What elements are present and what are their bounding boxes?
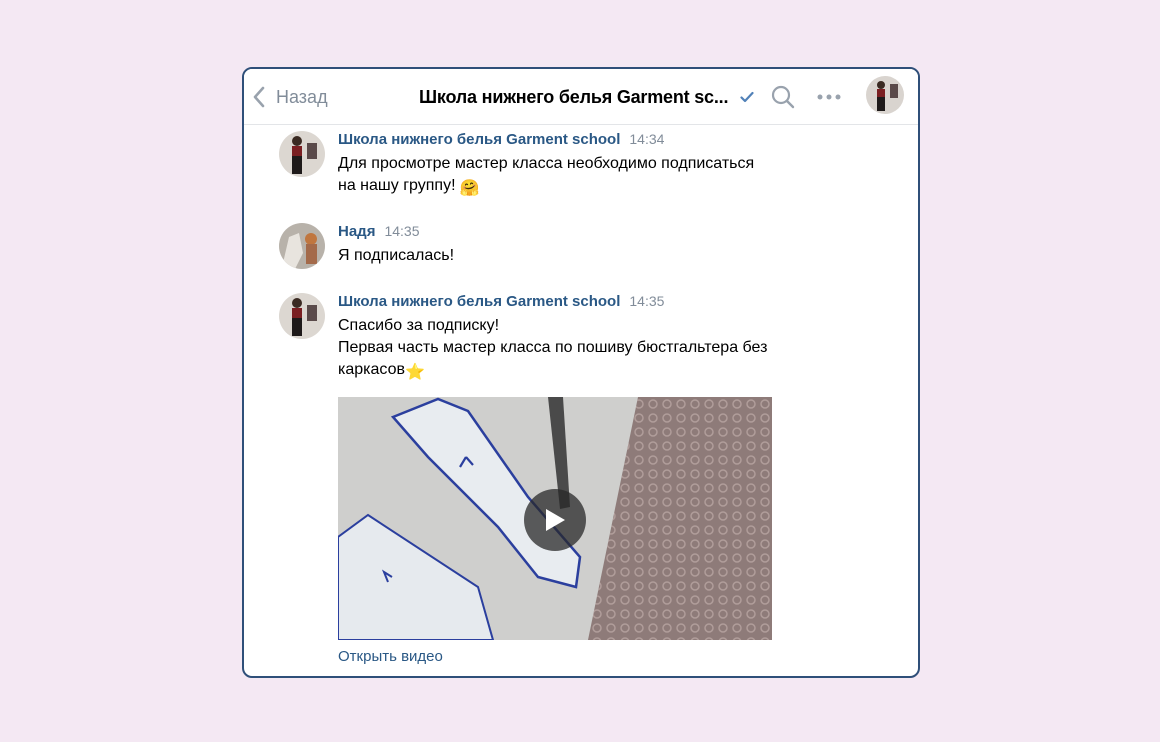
avatar[interactable]	[279, 131, 325, 177]
message-time: 14:35	[384, 223, 420, 239]
chat-header: Назад Школа нижнего белья Garment sc...	[244, 69, 918, 125]
back-button[interactable]: Назад	[252, 83, 328, 111]
search-button[interactable]	[770, 84, 796, 110]
message-text-line: Для просмотре мастер класса необходимо п…	[338, 155, 755, 172]
message-time: 14:35	[629, 293, 665, 309]
message-author[interactable]: Надя	[338, 223, 375, 240]
play-button[interactable]	[524, 489, 586, 551]
more-button[interactable]	[814, 84, 844, 110]
chat-title-area[interactable]: Школа нижнего белья Garment sc...	[419, 83, 754, 111]
message-author[interactable]: Школа нижнего белья Garment school	[338, 131, 620, 148]
chat-window: Назад Школа нижнего белья Garment sc...	[242, 67, 920, 678]
play-icon	[546, 509, 565, 531]
search-icon	[771, 85, 795, 109]
message-author[interactable]: Школа нижнего белья Garment school	[338, 293, 620, 310]
star-emoji: ⭐	[404, 364, 425, 381]
avatar[interactable]	[279, 293, 325, 339]
verified-check-icon	[740, 91, 754, 103]
back-label: Назад	[276, 86, 328, 107]
message-text-line: Спасибо за подписку!	[338, 317, 500, 334]
video-attachment	[338, 397, 858, 640]
message-text-line: на нашу группу!	[338, 177, 456, 194]
chat-avatar[interactable]	[866, 76, 904, 114]
chevron-left-icon	[253, 86, 265, 108]
video-thumbnail[interactable]	[338, 397, 772, 640]
message-text-line: Первая часть мастер класса по пошиву бюс…	[338, 339, 768, 356]
message-text-line-with-emoji: каркасов⭐	[338, 359, 858, 384]
message-text-line: каркасов	[338, 361, 405, 378]
open-video-link[interactable]: Открыть видео	[338, 648, 858, 665]
message-text-line: Я подписалась!	[338, 247, 455, 264]
more-dots-icon	[817, 94, 841, 100]
hugging-emoji: 🤗	[459, 180, 480, 197]
chat-title: Школа нижнего белья Garment sc...	[419, 86, 729, 107]
message-text-line-with-emoji: на нашу группу! 🤗	[338, 175, 858, 200]
message-time: 14:34	[629, 131, 665, 147]
avatar[interactable]	[279, 223, 325, 269]
